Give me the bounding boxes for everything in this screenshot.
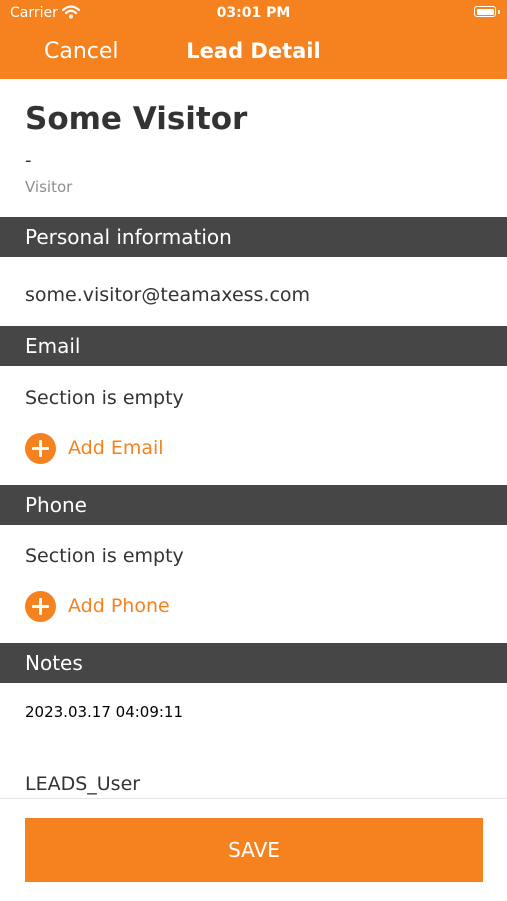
battery-icon <box>474 6 496 17</box>
personal-email-value: some.visitor@teamaxess.com <box>25 284 311 306</box>
plus-circle-icon <box>25 432 56 464</box>
add-email-button[interactable]: Add Email <box>25 432 164 464</box>
note-timestamp: 2023.03.17 04:09:11 <box>25 703 184 721</box>
section-header-notes: Notes <box>0 643 507 683</box>
section-header-email: Email <box>0 326 507 366</box>
email-empty-text: Section is empty <box>25 387 184 409</box>
lead-subtitle: - <box>25 150 32 171</box>
plus-circle-icon <box>25 590 56 622</box>
section-header-phone: Phone <box>0 485 507 525</box>
add-email-label: Add Email <box>68 437 164 459</box>
status-time: 03:01 PM <box>216 5 291 21</box>
page-title: Lead Detail <box>186 39 321 63</box>
add-phone-label: Add Phone <box>68 595 170 617</box>
section-header-personal: Personal information <box>0 217 507 257</box>
phone-empty-text: Section is empty <box>25 545 184 567</box>
save-button[interactable]: SAVE <box>25 818 483 882</box>
battery-tip <box>498 10 500 14</box>
nav-bar: Cancel Lead Detail <box>0 28 507 79</box>
status-bar: Carrier 03:01 PM <box>0 0 507 28</box>
lead-type: Visitor <box>25 178 73 196</box>
add-phone-button[interactable]: Add Phone <box>25 590 170 622</box>
footer-bar: SAVE <box>0 798 507 901</box>
app-header: Carrier 03:01 PM Cancel Lead Detail <box>0 0 507 79</box>
note-author: LEADS_User <box>25 773 141 795</box>
lead-name: Some Visitor <box>25 101 248 137</box>
